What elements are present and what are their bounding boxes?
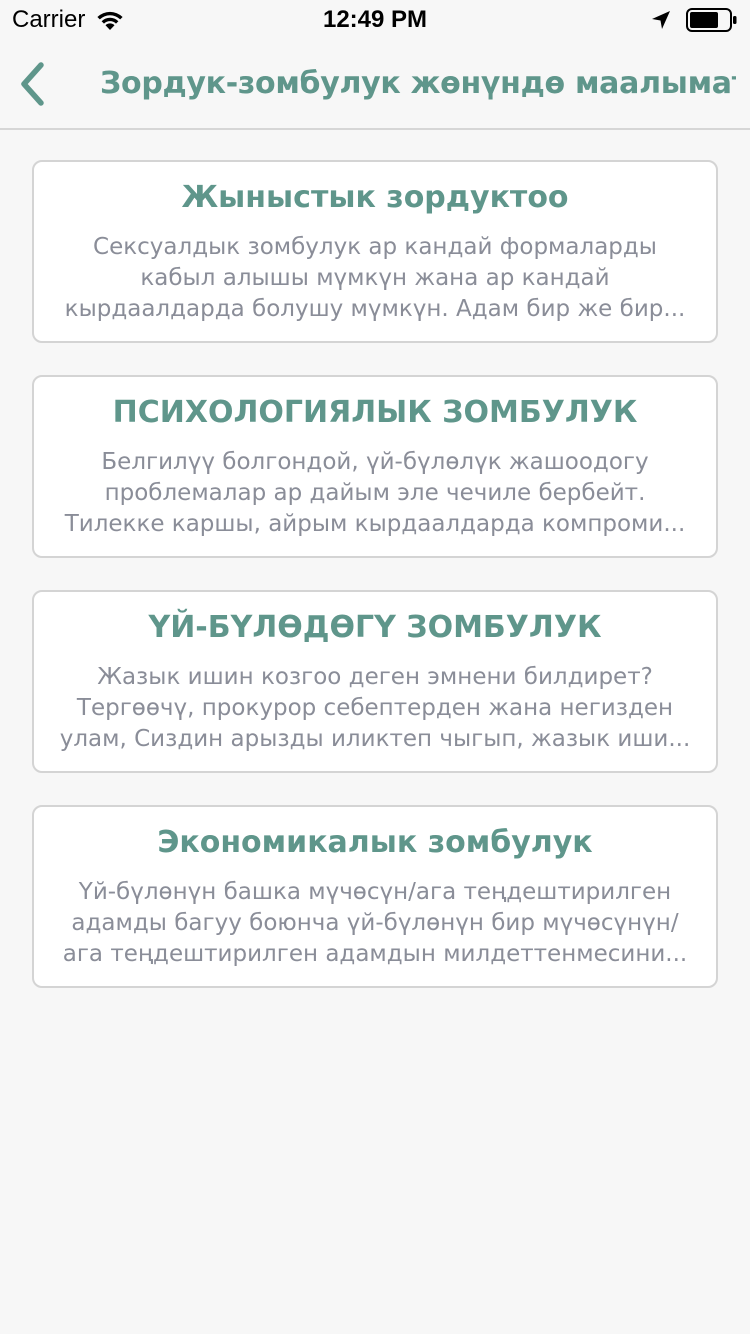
back-button[interactable] <box>10 56 54 112</box>
card-sexual-violence[interactable]: Жыныстык зордуктоо Сексуалдык зомбулук а… <box>32 160 718 343</box>
status-bar: Carrier 12:49 PM <box>0 0 750 40</box>
card-economic-violence[interactable]: Экономикалык зомбулук Үй-бүлөнүн башка м… <box>32 805 718 988</box>
card-title: Жыныстык зордуктоо <box>181 180 569 215</box>
page-title: Зордук-зомбулук жөнүндө маалымат <box>100 66 736 101</box>
status-time: 12:49 PM <box>322 6 428 33</box>
card-domestic-violence[interactable]: ҮЙ-БҮЛӨДӨГҮ ЗОМБУЛУК Жазык ишин козгоо д… <box>32 590 718 773</box>
nav-bar: Зордук-зомбулук жөнүндө маалымат <box>0 40 750 130</box>
card-description: Жазык ишин козгоо деген эмнени билдирет?… <box>59 664 691 752</box>
card-title: ҮЙ-БҮЛӨДӨГҮ ЗОМБУЛУК <box>148 610 602 645</box>
card-list: Жыныстык зордуктоо Сексуалдык зомбулук а… <box>32 160 718 1020</box>
chevron-left-icon <box>21 62 44 106</box>
card-description: Сексуалдык зомбулук ар кандай формаларды… <box>64 234 686 322</box>
card-description: Белгилүү болгондой, үй-бүлөлүк жашоодогу… <box>64 449 686 537</box>
screen: Carrier 12:49 PM Зордук-зомбулук жөнүндө… <box>0 0 750 1334</box>
card-title: Экономикалык зомбулук <box>157 825 593 860</box>
card-title: ПСИХОЛОГИЯЛЫК ЗОМБУЛУК <box>112 395 638 430</box>
battery-icon <box>686 8 737 32</box>
card-psychological-violence[interactable]: ПСИХОЛОГИЯЛЫК ЗОМБУЛУК Белгилүү болгондо… <box>32 375 718 558</box>
status-right <box>650 8 738 32</box>
location-arrow-icon <box>652 11 670 29</box>
card-description: Үй-бүлөнүн башка мүчөсүн/ага теңдештирил… <box>62 879 688 967</box>
